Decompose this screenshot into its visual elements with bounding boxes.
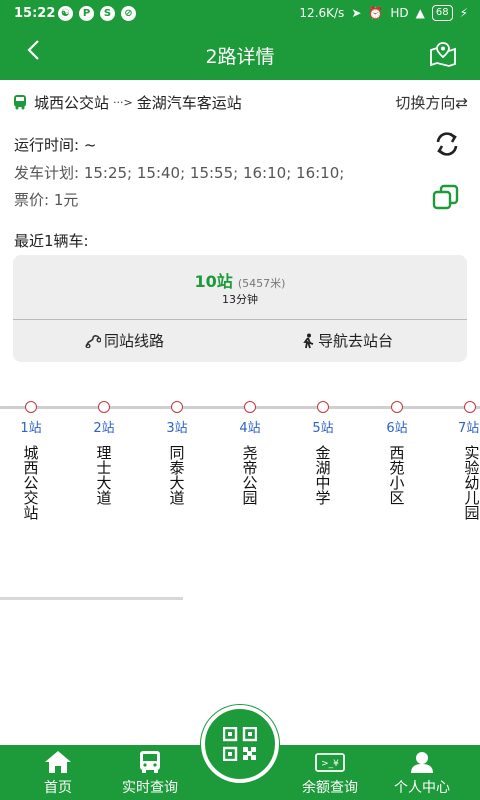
route-destination: 金湖汽车客运站 xyxy=(136,93,242,112)
station-number: 7站 xyxy=(458,421,480,436)
station-dot xyxy=(244,401,256,413)
station-item[interactable]: 4站 尧帝公园 xyxy=(223,401,277,506)
navigate-label: 导航去站台 xyxy=(318,332,394,350)
tab-balance[interactable]: >_¥ 余额查询 xyxy=(282,745,378,800)
status-app-icons: ☯ P S ⊘ xyxy=(58,6,136,21)
recent-bus-label: 最近1辆车: xyxy=(14,232,89,250)
switch-direction-button[interactable]: 切换方向⇄ xyxy=(395,92,468,113)
station-name: 同泰大道 xyxy=(169,444,185,507)
departure-schedule: 发车计划: 15:25; 15:40; 15:55; 16:10; 16:10; xyxy=(14,164,345,182)
station-item[interactable]: 6站 西苑小区 xyxy=(370,401,424,506)
station-number: 2站 xyxy=(93,421,115,436)
station-dot xyxy=(317,401,329,413)
same-station-label: 同站线路 xyxy=(104,332,165,350)
station-item[interactable]: 7站 实验幼儿园 xyxy=(443,401,480,521)
hd-icon: HD xyxy=(390,6,409,20)
station-number: 5站 xyxy=(312,421,334,436)
station-name: 西苑小区 xyxy=(389,444,405,507)
divider xyxy=(13,319,467,320)
station-item[interactable]: 5站 金湖中学 xyxy=(296,401,350,506)
station-name: 城西公交站 xyxy=(23,444,39,522)
bus-icon xyxy=(14,95,26,110)
station-number: 6站 xyxy=(386,421,408,436)
station-dot xyxy=(171,401,183,413)
status-badge-icon: P xyxy=(79,6,94,21)
tab-realtime-label: 实时查询 xyxy=(122,780,178,796)
station-dot xyxy=(25,401,37,413)
status-badge-icon: ⊘ xyxy=(121,6,136,21)
station-name: 尧帝公园 xyxy=(242,444,258,507)
status-badge-icon: S xyxy=(100,6,115,21)
tab-home-label: 首页 xyxy=(44,780,72,796)
station-dot xyxy=(464,401,476,413)
arrival-minutes: 13分钟 xyxy=(222,293,258,306)
home-icon xyxy=(45,751,71,773)
route-arrow: ···> xyxy=(113,95,133,109)
same-station-lines-button[interactable]: 同站线路 xyxy=(85,330,164,351)
qr-code-icon xyxy=(223,727,257,761)
battery-icon: 68 xyxy=(431,5,453,21)
station-item[interactable]: 3站 同泰大道 xyxy=(150,401,204,506)
fare: 票价: 1元 xyxy=(14,191,79,209)
charging-icon: ⚡ xyxy=(459,6,468,20)
station-dot xyxy=(98,401,110,413)
walking-icon xyxy=(303,333,314,348)
copy-button[interactable] xyxy=(432,184,460,210)
station-dot xyxy=(391,401,403,413)
qr-code-button[interactable] xyxy=(201,705,279,783)
station-name: 金湖中学 xyxy=(315,444,331,507)
refresh-icon xyxy=(436,132,458,156)
alarm-icon: ⏰ xyxy=(368,6,384,20)
tab-realtime[interactable]: 实时查询 xyxy=(102,745,198,800)
map-pin-icon xyxy=(430,42,456,67)
copy-icon xyxy=(432,184,459,210)
navigate-to-station-button[interactable]: 导航去站台 xyxy=(301,330,393,351)
refresh-button[interactable] xyxy=(434,131,460,157)
station-number: 3站 xyxy=(166,421,188,436)
wallet-icon: >_¥ xyxy=(315,753,345,772)
stops-away: 10站 (5457米) xyxy=(13,268,467,292)
map-button[interactable] xyxy=(428,40,458,68)
station-name: 实验幼儿园 xyxy=(464,444,480,521)
tab-balance-label: 余额查询 xyxy=(302,780,358,796)
station-item[interactable]: 2站 理士大道 xyxy=(77,401,131,506)
bus-icon xyxy=(140,751,160,773)
station-name: 理士大道 xyxy=(96,444,112,507)
status-right: 12.6K/s ➤ ⏰ HD ▲ 68 ⚡ xyxy=(299,5,468,21)
operating-time: 运行时间: ~ xyxy=(14,136,97,154)
location-icon: ➤ xyxy=(351,6,362,20)
status-bar: 15:22 ☯ P S ⊘ 12.6K/s ➤ ⏰ HD ▲ 68 ⚡ xyxy=(0,0,480,28)
tab-profile-label: 个人中心 xyxy=(394,780,450,796)
horizontal-scrollbar[interactable] xyxy=(0,597,183,600)
station-number: 4站 xyxy=(239,421,261,436)
svg-text:>_¥: >_¥ xyxy=(321,759,339,769)
station-number: 1站 xyxy=(20,421,42,436)
route-origin: 城西公交站 xyxy=(34,93,110,112)
station-item[interactable]: 1站 城西公交站 xyxy=(4,401,58,521)
user-icon xyxy=(411,752,433,773)
status-time: 15:22 xyxy=(14,6,56,21)
title-bar: 2路详情 xyxy=(0,28,480,80)
tab-profile[interactable]: 个人中心 xyxy=(374,745,470,800)
tab-home[interactable]: 首页 xyxy=(10,745,106,800)
status-badge-icon: ☯ xyxy=(58,6,73,21)
signal-icon: ▲ xyxy=(415,6,425,20)
route-direction: 城西公交站 ···> 金湖汽车客运站 切换方向⇄ xyxy=(12,90,468,114)
distance: (5457米) xyxy=(237,277,286,290)
network-speed: 12.6K/s xyxy=(299,6,345,20)
page-title: 2路详情 xyxy=(205,46,275,68)
route-map-icon xyxy=(85,334,101,348)
nearest-bus-card: 10站 (5457米) 13分钟 同站线路 导航去站台 xyxy=(13,255,467,362)
stops-count: 10站 xyxy=(194,272,233,291)
